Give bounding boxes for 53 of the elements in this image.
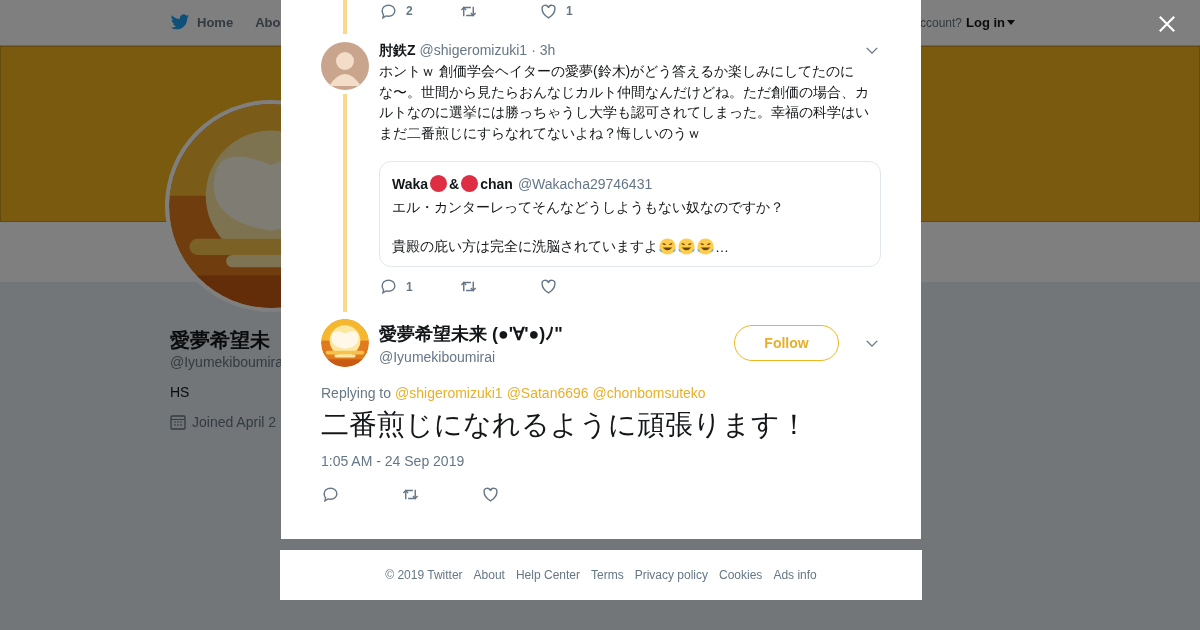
caret-icon [1007,20,1015,25]
profile-handle: @Iyumekiboumira [170,354,284,370]
quoted-tweet[interactable]: Waka & chan @Wakacha29746431 エル・カンターレってそんなどうしようもない奴なのですか？ 貴殿の庇い方は完全に洗脳されていますよ … [379,161,881,267]
footer-link[interactable]: Terms [591,568,624,582]
chevron-icon[interactable] [865,338,879,348]
laughing-emoji-icon [677,237,696,256]
quote-text: 貴殿の庇い方は完全に洗脳されていますよ [392,237,658,256]
reply-icon[interactable] [321,485,340,504]
user-handle[interactable]: @Iyumekiboumirai [379,348,724,365]
action-count: 1 [566,4,573,18]
quote-text: エル・カンターレってそんなどうしようもない奴なのですか？ [392,198,785,217]
user-name[interactable]: 肘鉄Z [379,42,416,60]
nav-link[interactable]: Home [170,14,234,31]
nav-link[interactable]: Abo [255,15,281,30]
like-icon[interactable] [481,485,500,504]
laughing-emoji-icon [658,237,677,256]
user-avatar[interactable] [321,319,369,367]
laughing-emoji-icon [696,237,715,256]
user-name-part: & [449,175,460,192]
user-handle: @Wakacha29746431 [517,175,653,192]
replying-label: Replying to [321,385,392,401]
tweet-text: ホントｗ 創価学会ヘイターの愛夢(鈴木)がどう答えるか楽しみにしてたのにな〜。世間から見たらおんなじカルト仲間なんだけどね。ただ創価の場合、カルトなのに選挙には勝っちゃうし大学も認可されてしまった。幸福の科学はいまだ二番煎じにすらなれてないよね？悔しいのうｗ [379,62,870,143]
joined-date: Joined April 2 [192,414,277,430]
action-count: 1 [406,279,413,294]
login-link[interactable]: Log in [966,15,1015,30]
reply-icon[interactable] [379,277,398,296]
footer-link[interactable]: About [473,568,505,582]
chevron-icon[interactable] [865,46,879,55]
action-count: 2 [406,4,413,18]
dot-emoji-icon [429,174,449,193]
reply-icon[interactable] [379,1,398,21]
close-icon[interactable] [1158,15,1176,33]
footer-link[interactable]: Cookies [719,568,763,582]
tweet-time[interactable]: · 3h [531,42,556,58]
user-handle[interactable]: @shigeromizuki1 [419,42,528,58]
ellipsis-text: … [715,238,729,255]
footer-link[interactable]: Ads info [773,568,817,582]
profile-name: 愛夢希望未 [170,328,270,352]
account-prompt: ccount? [919,15,962,30]
avatar [321,42,369,90]
footer-link[interactable]: Privacy policy [634,568,708,582]
like-icon[interactable] [539,277,558,296]
bird-icon [170,14,190,31]
footer-link[interactable]: Help Center [515,568,580,582]
user-name-part: chan [480,175,513,192]
calendar-icon [170,414,186,430]
profile-bio: HS [170,384,190,400]
tweet-timestamp[interactable]: 1:05 AM - 24 Sep 2019 [321,453,881,469]
user-name-part: Waka [392,175,429,192]
dot-emoji-icon [460,174,480,193]
footer-link[interactable]: © 2019 Twitter [385,568,463,582]
user-name[interactable]: 愛夢希望未来 (●'∀'●)ﾉ" [379,321,724,346]
tweet-text: 二番煎じになれるように頑張ります！ [321,408,809,442]
